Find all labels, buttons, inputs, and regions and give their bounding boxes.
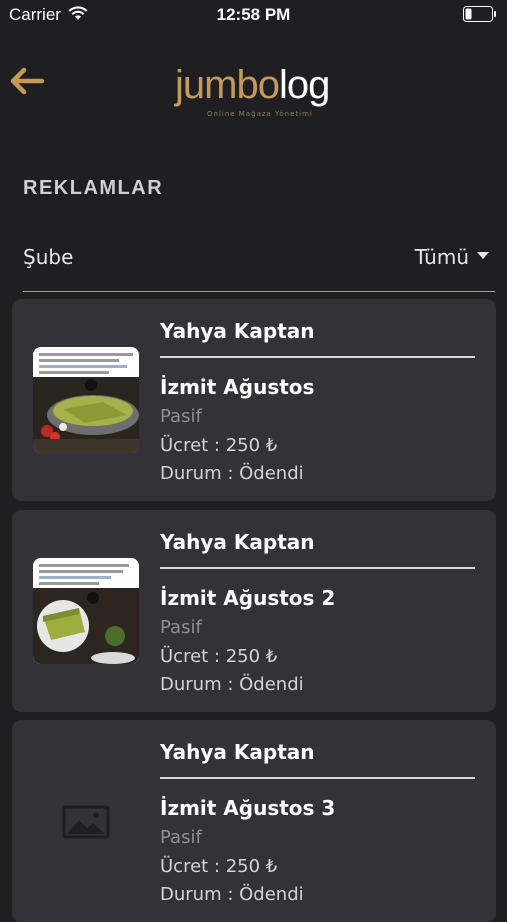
ad-thumbnail: [33, 558, 139, 664]
ad-payment-status: Durum : Ödendi: [160, 674, 304, 695]
ad-thumbnail: [33, 768, 139, 874]
ad-card[interactable]: Yahya Kaptan İzmit Ağustos 3 Pasif Ücret…: [12, 720, 496, 922]
divider: [160, 567, 475, 569]
divider: [160, 356, 475, 358]
ad-name: İzmit Ağustos 3: [160, 796, 336, 820]
pistachio-cake-photo: [33, 347, 139, 453]
branch-filter-label: Şube: [23, 245, 74, 269]
ad-fee: Ücret : 250 ₺: [160, 646, 278, 667]
ad-branch: Yahya Kaptan: [160, 740, 315, 764]
back-button[interactable]: [9, 65, 49, 101]
branch-dropdown-value: Tümü: [414, 245, 469, 269]
ad-name: İzmit Ağustos 2: [160, 586, 336, 610]
ad-status: Pasif: [160, 406, 202, 427]
ad-thumbnail: [33, 347, 139, 453]
app-logo: jumbolog Online Mağaza Yönetimi: [175, 63, 340, 125]
ad-status: Pasif: [160, 827, 202, 848]
ad-branch: Yahya Kaptan: [160, 530, 315, 554]
ad-fee: Ücret : 250 ₺: [160, 435, 278, 456]
branch-filter: Şube Tümü: [23, 240, 495, 292]
ad-fee: Ücret : 250 ₺: [160, 856, 278, 877]
battery-icon: [463, 6, 496, 22]
logo-wordmark: jumbolog: [175, 63, 330, 107]
image-placeholder-icon: [62, 805, 110, 839]
header: jumbolog Online Mağaza Yönetimi: [0, 55, 507, 125]
ad-branch: Yahya Kaptan: [160, 319, 315, 343]
ad-name: İzmit Ağustos: [160, 375, 315, 399]
ad-payment-status: Durum : Ödendi: [160, 884, 304, 905]
branch-dropdown[interactable]: Tümü: [415, 245, 489, 269]
ad-card[interactable]: Yahya Kaptan İzmit Ağustos 2 Pasif Ücret…: [12, 510, 496, 712]
logo-tagline: Online Mağaza Yönetimi: [207, 110, 313, 118]
arrow-left-icon: [10, 67, 45, 95]
clock: 12:58 PM: [216, 5, 291, 24]
status-bar: Carrier 12:58 PM: [0, 0, 507, 30]
divider: [160, 777, 475, 779]
caret-down-icon: [477, 252, 489, 259]
pistachio-cake-photo: [33, 558, 139, 664]
ad-payment-status: Durum : Ödendi: [160, 463, 304, 484]
ad-card[interactable]: Yahya Kaptan İzmit Ağustos Pasif Ücret :…: [12, 299, 496, 501]
page-title: REKLAMLAR: [23, 177, 164, 199]
ad-status: Pasif: [160, 617, 202, 638]
